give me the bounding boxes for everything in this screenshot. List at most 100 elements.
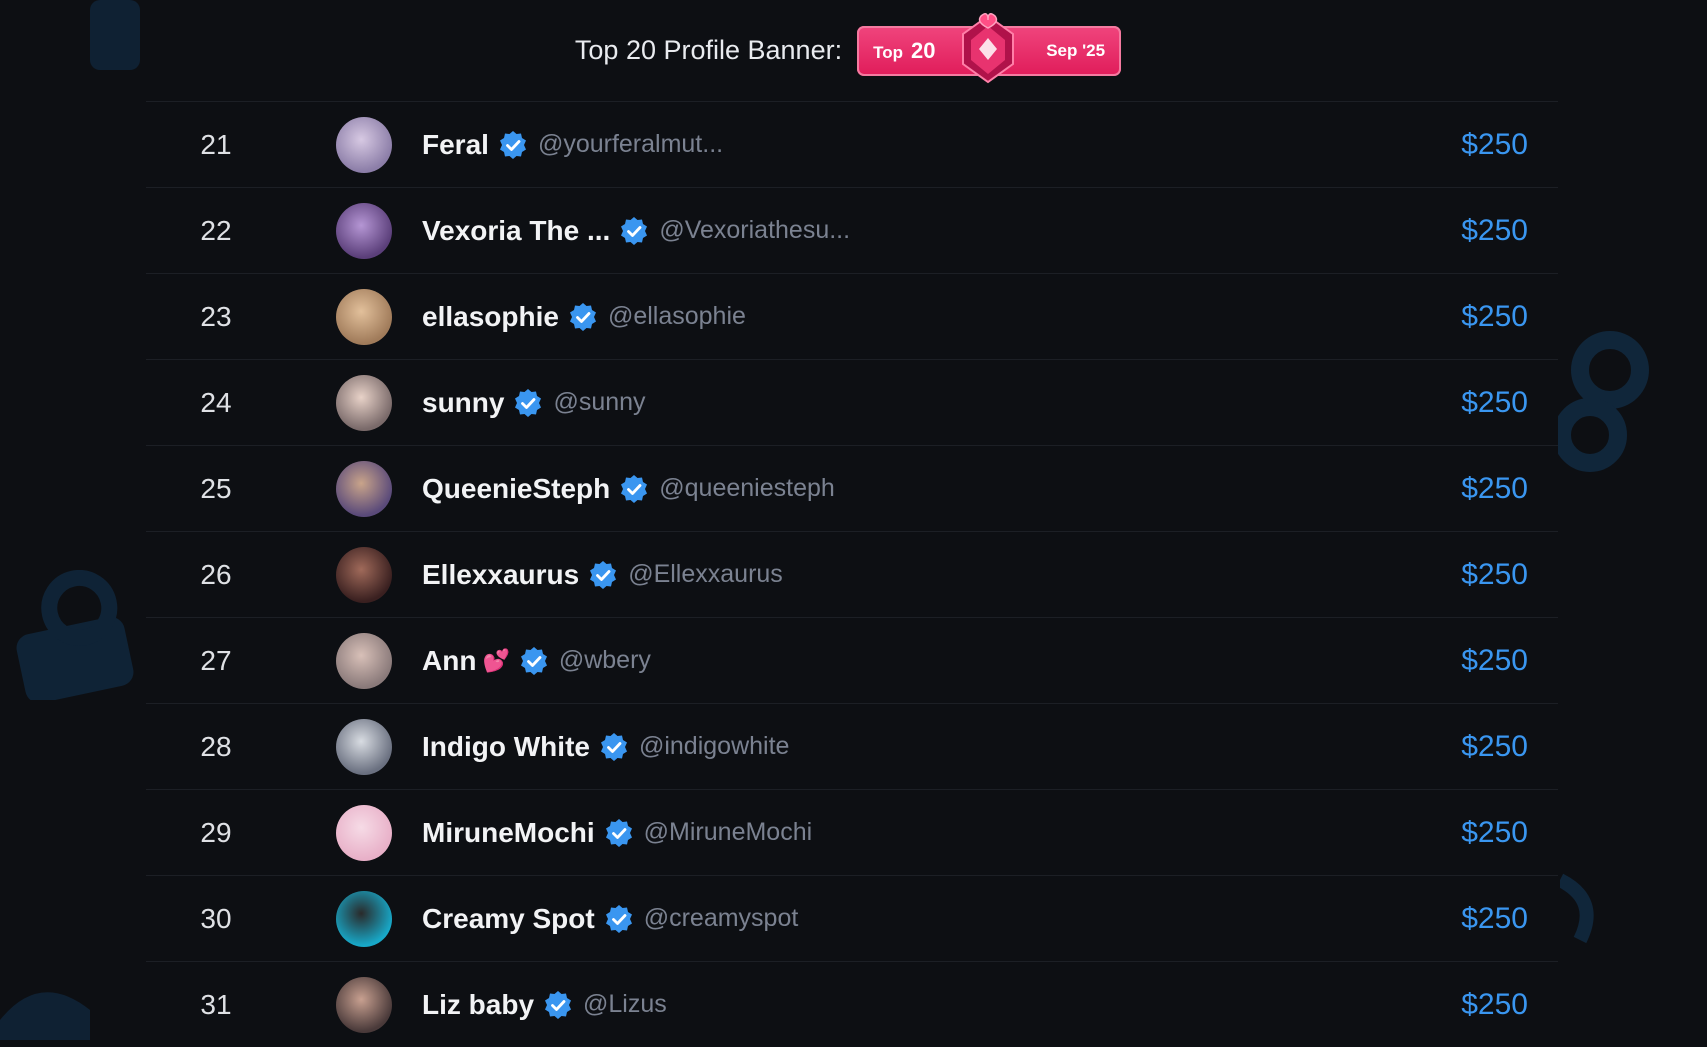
leaderboard-panel: Top 20 Profile Banner: Top 20 Sep '25 21… [146,0,1558,1035]
avatar[interactable] [336,546,392,603]
leaderboard-row[interactable]: 27 Ann 💕 @wbery $250 [146,617,1558,703]
verified-badge-icon [590,560,617,589]
verified-badge-icon [605,818,632,847]
leaderboard-row[interactable]: 29 MiruneMochi @MiruneMochi $250 [146,789,1558,875]
price-value: $250 [1461,213,1528,247]
avatar[interactable] [336,460,392,517]
creator-name[interactable]: sunny [422,387,504,419]
leaderboard-row[interactable]: 22 Vexoria The ... @Vexoriathesu... $250 [146,187,1558,273]
avatar[interactable] [336,890,392,947]
verified-badge-icon [515,388,542,417]
creator-name[interactable]: QueenieSteph [422,473,610,505]
creator-info: Indigo White @indigowhite [422,731,789,763]
verified-badge-icon [621,216,648,245]
avatar[interactable] [336,116,392,173]
creator-handle[interactable]: @ellasophie [608,302,746,331]
leaderboard-row[interactable]: 23 ellasophie @ellasophie $250 [146,273,1558,359]
badge-top-label: Top [873,42,903,62]
price-value: $250 [1461,385,1528,419]
rank-number: 24 [200,386,232,418]
creator-info: Feral @yourferalmut... [422,129,723,161]
avatar[interactable] [336,976,392,1033]
creator-info: ellasophie @ellasophie [422,301,746,333]
rank-number: 27 [200,644,232,676]
leaderboard-row[interactable]: 31 Liz baby @Lizus $250 [146,961,1558,1047]
creator-handle[interactable]: @Vexoriathesu... [659,216,850,245]
creator-handle[interactable]: @creamyspot [644,904,799,933]
creator-name[interactable]: Indigo White [422,731,590,763]
rank-number: 29 [200,816,232,848]
leaderboard-row[interactable]: 21 Feral @yourferalmut... $250 [146,101,1558,187]
creator-name[interactable]: Vexoria The ... [422,215,610,247]
creator-name[interactable]: ellasophie [422,301,559,333]
creator-info: Vexoria The ... @Vexoriathesu... [422,215,850,247]
leaderboard-row[interactable]: 30 Creamy Spot @creamyspot $250 [146,875,1558,961]
creator-handle[interactable]: @Ellexxaurus [628,560,783,589]
verified-badge-icon [520,646,547,675]
rank-number: 26 [200,558,232,590]
banner-header: Top 20 Profile Banner: Top 20 Sep '25 [146,0,1558,101]
price-value: $250 [1461,127,1528,161]
creator-handle[interactable]: @sunny [553,388,645,417]
creator-handle[interactable]: @Lizus [583,990,667,1019]
rank-number: 28 [200,730,232,762]
creator-name[interactable]: Feral [422,129,489,161]
verified-badge-icon [605,904,632,933]
creator-name[interactable]: Creamy Spot [422,903,595,935]
price-value: $250 [1461,299,1528,333]
avatar[interactable] [336,288,392,345]
badge-date: Sep '25 [1046,40,1106,60]
heart-emblem-icon [962,12,1015,83]
verified-badge-icon [569,302,596,331]
avatar[interactable] [336,202,392,259]
rank-number: 21 [200,128,232,160]
creator-name[interactable]: Ann [422,645,476,677]
name-emoji: 💕 [482,647,510,673]
creator-name[interactable]: Ellexxaurus [422,559,579,591]
banner-label: Top 20 Profile Banner: [574,35,843,65]
creator-handle[interactable]: @MiruneMochi [644,818,812,847]
background-lock-icon [16,570,134,700]
verified-badge-icon [545,990,572,1019]
avatar[interactable] [336,374,392,431]
creator-handle[interactable]: @queeniesteph [659,474,835,503]
creator-handle[interactable]: @wbery [559,646,651,675]
creator-info: Liz baby @Lizus [422,989,667,1021]
creator-info: sunny @sunny [422,387,646,419]
creator-handle[interactable]: @indigowhite [639,732,789,761]
verified-badge-icon [600,732,627,761]
creator-info: Creamy Spot @creamyspot [422,903,798,935]
rank-number: 31 [200,988,232,1020]
avatar[interactable] [336,804,392,861]
avatar[interactable] [336,632,392,689]
leaderboard-row[interactable]: 28 Indigo White @indigowhite $250 [146,703,1558,789]
price-value: $250 [1461,729,1528,763]
price-value: $250 [1461,471,1528,505]
rank-number: 22 [200,214,232,246]
creator-handle[interactable]: @yourferalmut... [538,130,723,159]
badge-number: 20 [910,37,936,63]
rank-number: 23 [200,300,232,332]
rank-number: 30 [200,902,232,934]
background-shape-bottom [0,992,90,1040]
top20-badge[interactable]: Top 20 Sep '25 [857,12,1122,83]
verified-badge-icon [499,130,526,159]
price-value: $250 [1461,557,1528,591]
price-value: $250 [1461,815,1528,849]
creator-info: MiruneMochi @MiruneMochi [422,817,812,849]
creator-info: Ann 💕 @wbery [422,645,651,677]
leaderboard-row[interactable]: 26 Ellexxaurus @Ellexxaurus $250 [146,531,1558,617]
price-value: $250 [1461,901,1528,935]
background-lock-icon-top [90,0,140,70]
creator-info: Ellexxaurus @Ellexxaurus [422,559,783,591]
creator-name[interactable]: Liz baby [422,989,534,1021]
avatar[interactable] [336,718,392,775]
background-link-icon [1555,331,1649,472]
price-value: $250 [1461,987,1528,1021]
rank-number: 25 [200,472,232,504]
leaderboard-row[interactable]: 25 QueenieSteph @queeniesteph $250 [146,445,1558,531]
price-value: $250 [1461,643,1528,677]
creator-name[interactable]: MiruneMochi [422,817,595,849]
creator-info: QueenieSteph @queeniesteph [422,473,835,505]
leaderboard-row[interactable]: 24 sunny @sunny $250 [146,359,1558,445]
